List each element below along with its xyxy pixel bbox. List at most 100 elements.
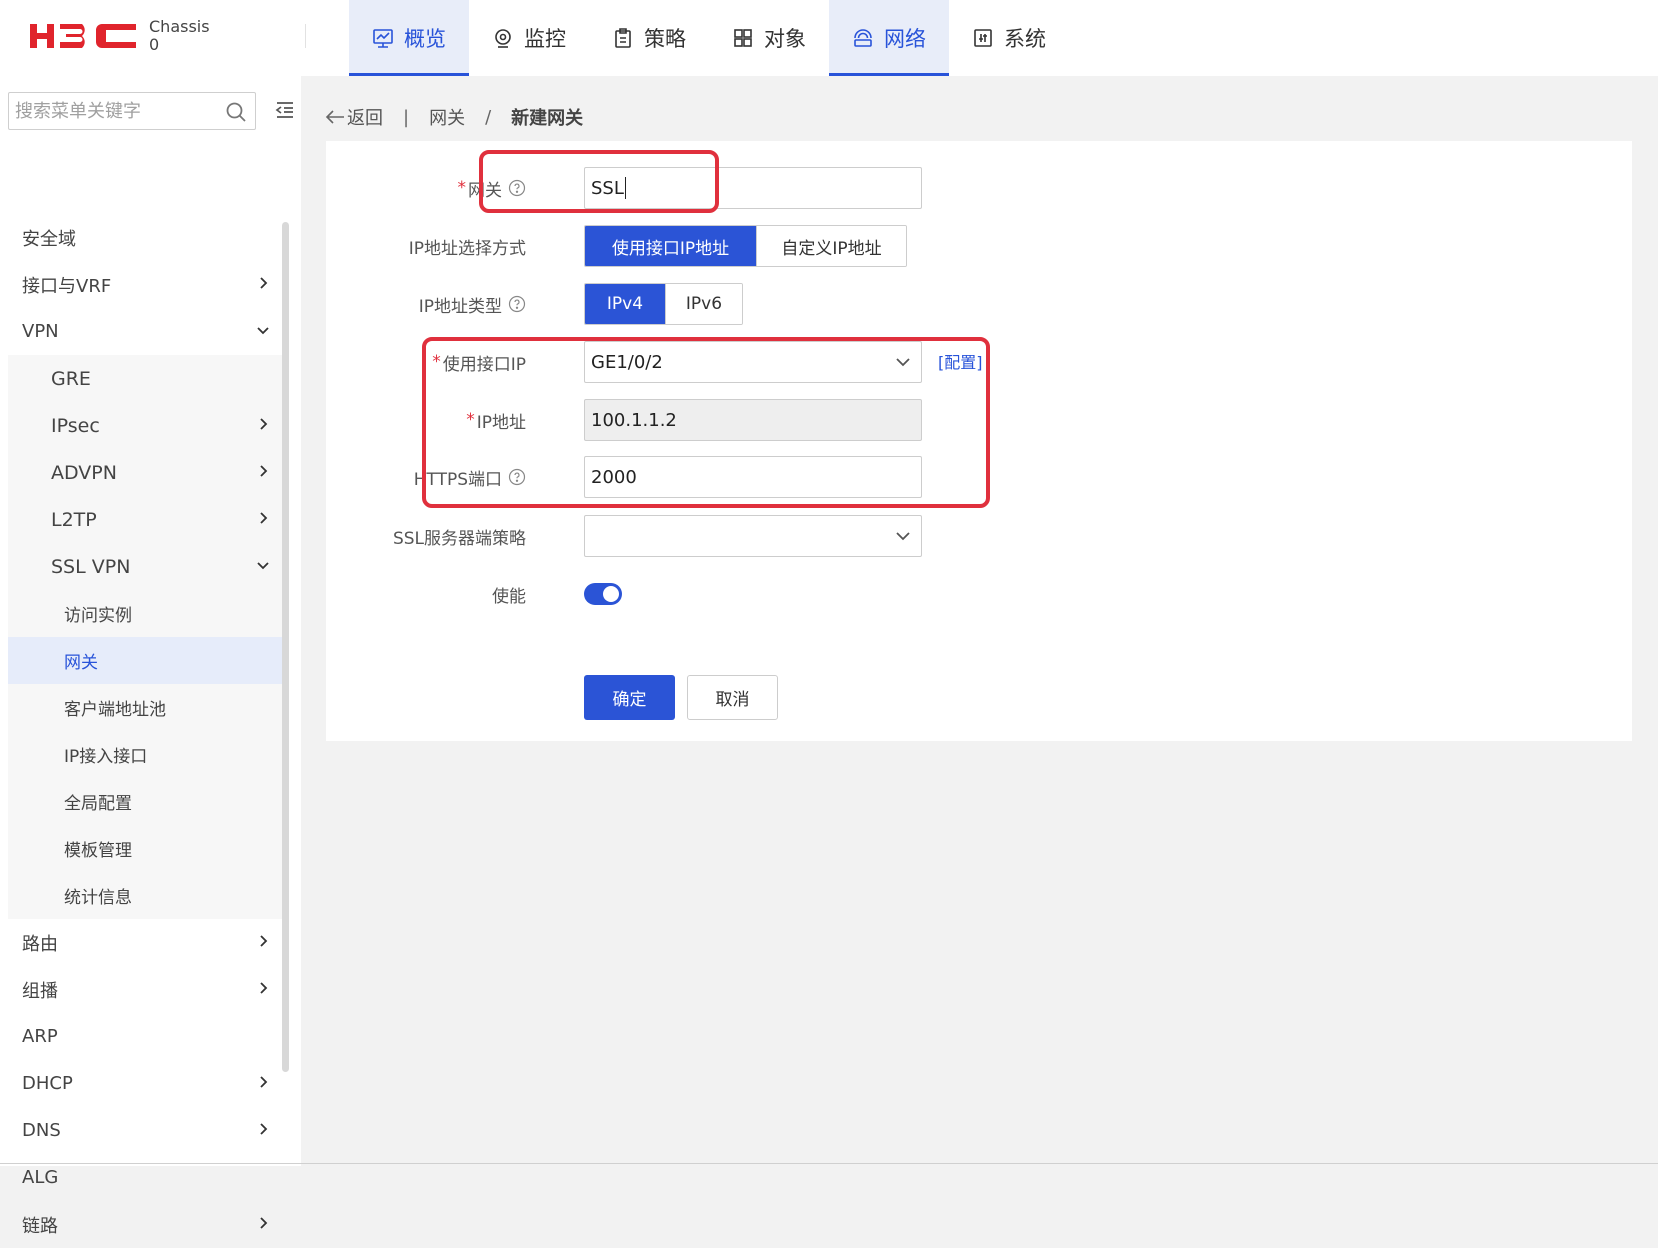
sidebar-item[interactable]: ARP [0,1013,282,1060]
sidebar-item[interactable]: L2TP [8,496,282,543]
sidebar-item-label: IPsec [51,414,100,437]
enable-label-text: 使能 [492,586,526,607]
sidebar-item[interactable]: IPsec [8,402,282,449]
chevron-right-icon [260,1217,268,1229]
custom-ip-option[interactable]: 自定义IP地址 [756,226,906,266]
nav-policy[interactable]: 策略 [589,0,709,76]
chevron-right-icon [260,1076,268,1088]
search-icon[interactable] [225,101,247,123]
chevron-right-icon [260,935,268,947]
enable-switch[interactable] [584,583,622,605]
sidebar-item[interactable]: VPN [0,308,282,355]
ipv6-option[interactable]: IPv6 [665,284,742,324]
chevron-right-icon [260,512,268,524]
sidebar-item-label: 客户端地址池 [64,700,166,720]
sidebar-scrollbar[interactable] [282,222,289,1072]
sidebar-item-label: 接口与VRF [22,275,112,297]
divider [305,24,306,48]
sidebar-item-label: 网关 [64,653,98,673]
breadcrumb-slash: / [485,106,492,128]
highlight-box-gateway [479,150,719,213]
sidebar-item[interactable]: 统计信息 [8,872,282,919]
sidebar-item[interactable]: 组播 [0,966,282,1013]
ssl-policy-select[interactable] [584,515,922,557]
sidebar-item[interactable]: ADVPN [8,449,282,496]
ip-select-label-text: IP地址选择方式 [408,238,526,259]
sidebar-item-label: 组播 [22,980,58,1002]
policy-icon [615,28,631,48]
sidebar-item[interactable]: 模板管理 [8,825,282,872]
ssl-policy-label-text: SSL服务器端策略 [392,528,526,549]
breadcrumb-parent[interactable]: 网关 [429,104,465,130]
help-icon[interactable] [508,295,526,313]
dashboard-icon [373,29,393,48]
sidebar-item[interactable]: 网关 [8,637,282,684]
nav-overview[interactable]: 概览 [349,0,469,76]
ipv4-option[interactable]: IPv4 [585,284,665,324]
collapse-menu-icon[interactable] [275,100,295,120]
nav-objects-label: 对象 [764,27,806,51]
sidebar-item[interactable]: 路由 [0,919,282,966]
nav-system[interactable]: 系统 [949,0,1069,76]
nav-network[interactable]: 网络 [829,0,949,76]
sidebar-item-label: ARP [22,1026,58,1047]
nav-objects[interactable]: 对象 [709,0,829,76]
h3c-logo [30,24,136,48]
sidebar-item[interactable]: 安全域 [0,214,282,261]
cancel-button[interactable]: 取消 [687,675,778,720]
sidebar-item[interactable]: 链路 [0,1201,282,1248]
sidebar-item[interactable]: IP接入接口 [8,731,282,778]
sidebar-item-label: L2TP [51,508,97,531]
sidebar-item[interactable]: 接口与VRF [0,261,282,308]
system-icon [974,29,992,47]
chevron-down-icon [896,532,910,541]
main-nav: 概览 监控 策略 对象 网络 系统 [349,0,1069,76]
sidebar-item[interactable]: DHCP [0,1060,282,1107]
chevron-right-icon [260,982,268,994]
sidebar-item-label: 统计信息 [64,888,132,908]
required-mark: * [457,178,467,198]
sidebar-item-label: 链路 [22,1215,58,1237]
nav-monitor-label: 监控 [524,27,566,51]
chassis-label: Chassis [149,17,210,36]
chevron-right-icon [260,418,268,430]
ssl-policy-label: SSL服务器端策略 [392,524,526,549]
switch-knob [603,586,619,602]
nav-system-label: 系统 [1004,27,1046,51]
sidebar: 安全域接口与VRF VPN GRE IPsec ADVPN L2TP SSL VPN 访问实例… [0,76,301,1237]
sidebar-item[interactable]: 客户端地址池 [8,684,282,731]
sidebar-item-label: DHCP [22,1073,73,1094]
menu-search[interactable] [8,92,256,130]
back-arrow-icon[interactable] [325,109,345,125]
sidebar-item-label: 安全域 [22,228,76,250]
sidebar-item[interactable]: DNS [0,1107,282,1154]
sidebar-item[interactable]: 全局配置 [8,778,282,825]
sidebar-menu: 安全域接口与VRF VPN GRE IPsec ADVPN L2TP SSL VPN 访问实例… [0,214,282,1248]
ip-type-toggle: IPv4 IPv6 [584,283,743,325]
sidebar-item-label: SSL VPN [51,555,131,578]
sidebar-item[interactable]: ALG [0,1154,282,1201]
chevron-right-icon [260,465,268,477]
chevron-down-icon [257,562,269,570]
sidebar-item-label: ALG [22,1167,59,1188]
breadcrumb-current: 新建网关 [511,108,584,129]
sidebar-item-label: DNS [22,1120,61,1141]
confirm-button[interactable]: 确定 [584,675,675,720]
chevron-right-icon [260,277,268,289]
nav-overview-label: 概览 [404,27,446,51]
nav-monitor[interactable]: 监控 [469,0,589,76]
back-link[interactable]: 返回 [347,104,383,130]
nav-policy-label: 策略 [644,27,686,51]
top-bar: Chassis 0 概览 监控 策略 对象 网络 系统 [0,0,1658,76]
enable-label: 使能 [492,582,526,607]
chassis-info: Chassis 0 [149,18,210,54]
network-icon [854,29,872,47]
sidebar-item[interactable]: 访问实例 [8,590,282,637]
sidebar-item[interactable]: GRE [8,355,282,402]
nav-network-label: 网络 [884,27,926,51]
menu-search-input[interactable] [9,94,209,128]
breadcrumb-separator: | [403,106,410,128]
sidebar-item-label: 全局配置 [64,794,132,814]
use-interface-ip-option[interactable]: 使用接口IP地址 [585,226,756,266]
sidebar-item[interactable]: SSL VPN [8,543,282,590]
